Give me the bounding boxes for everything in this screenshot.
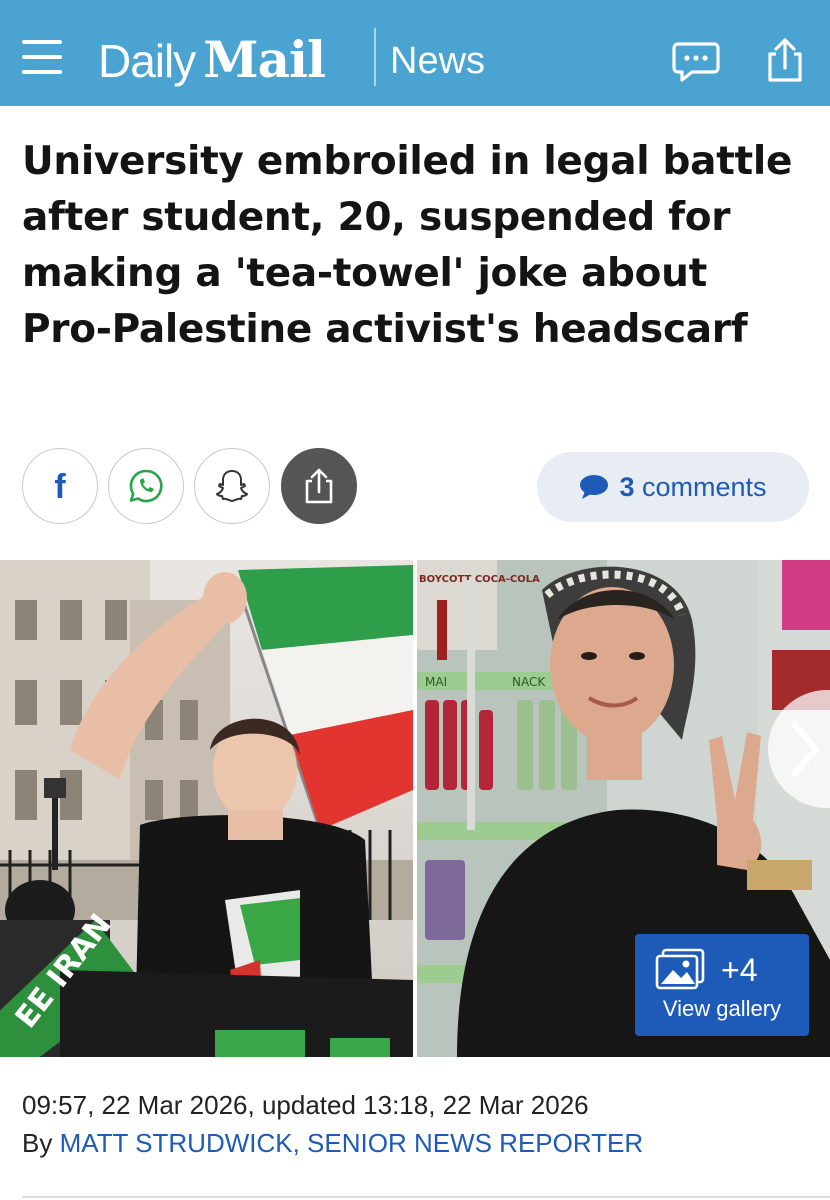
shop-label-1: MAI [425, 675, 447, 689]
chat-bubble-icon[interactable] [672, 36, 720, 84]
facebook-share-button[interactable]: f [22, 448, 98, 524]
divider [22, 1196, 830, 1198]
snapchat-icon [216, 470, 248, 502]
view-gallery-button[interactable]: +4 View gallery [635, 934, 809, 1036]
hamburger-menu-icon[interactable] [22, 40, 62, 76]
comments-count: 3 [619, 471, 635, 502]
article-byline: By MATT STRUDWICK, SENIOR NEWS REPORTER [22, 1128, 643, 1159]
top-navigation-bar: Daily Mail News [0, 0, 830, 106]
snapchat-share-button[interactable] [194, 448, 270, 524]
gallery-count: +4 [721, 952, 758, 988]
article-timestamp: 09:57, 22 Mar 2026, updated 13:18, 22 Ma… [22, 1090, 589, 1120]
section-name[interactable]: News [390, 40, 485, 83]
comments-label: comments [642, 471, 767, 502]
byline-prefix: By [22, 1128, 53, 1158]
shop-label-2: NACK [512, 675, 546, 689]
comments-button[interactable]: 3 comments [537, 452, 809, 522]
article-photo-left[interactable]: EE IRAN [0, 560, 413, 1057]
logo-daily-text: Daily [98, 35, 196, 87]
daily-mail-logo[interactable]: Daily Mail [98, 30, 326, 89]
facebook-icon: f [54, 468, 66, 506]
comment-bubble-icon [580, 475, 609, 499]
article-headline: University embroiled in legal battle aft… [22, 139, 793, 352]
whatsapp-icon [129, 469, 163, 503]
shop-sign-text: BOYCOTT COCA-COLA [419, 574, 540, 585]
chevron-right-icon [791, 721, 819, 777]
header-divider [374, 28, 376, 86]
svg-text:f: f [54, 468, 66, 506]
whatsapp-share-button[interactable] [108, 448, 184, 524]
share-upload-icon[interactable] [760, 36, 808, 84]
author-link[interactable]: MATT STRUDWICK, SENIOR NEWS REPORTER [60, 1128, 644, 1158]
view-gallery-label: View gallery [662, 996, 782, 1021]
more-share-button[interactable] [281, 448, 357, 524]
gallery-next-arrow[interactable] [768, 690, 830, 808]
gallery-images-icon [655, 948, 705, 990]
share-icon [305, 468, 333, 504]
logo-mail-text: Mail [203, 30, 326, 89]
